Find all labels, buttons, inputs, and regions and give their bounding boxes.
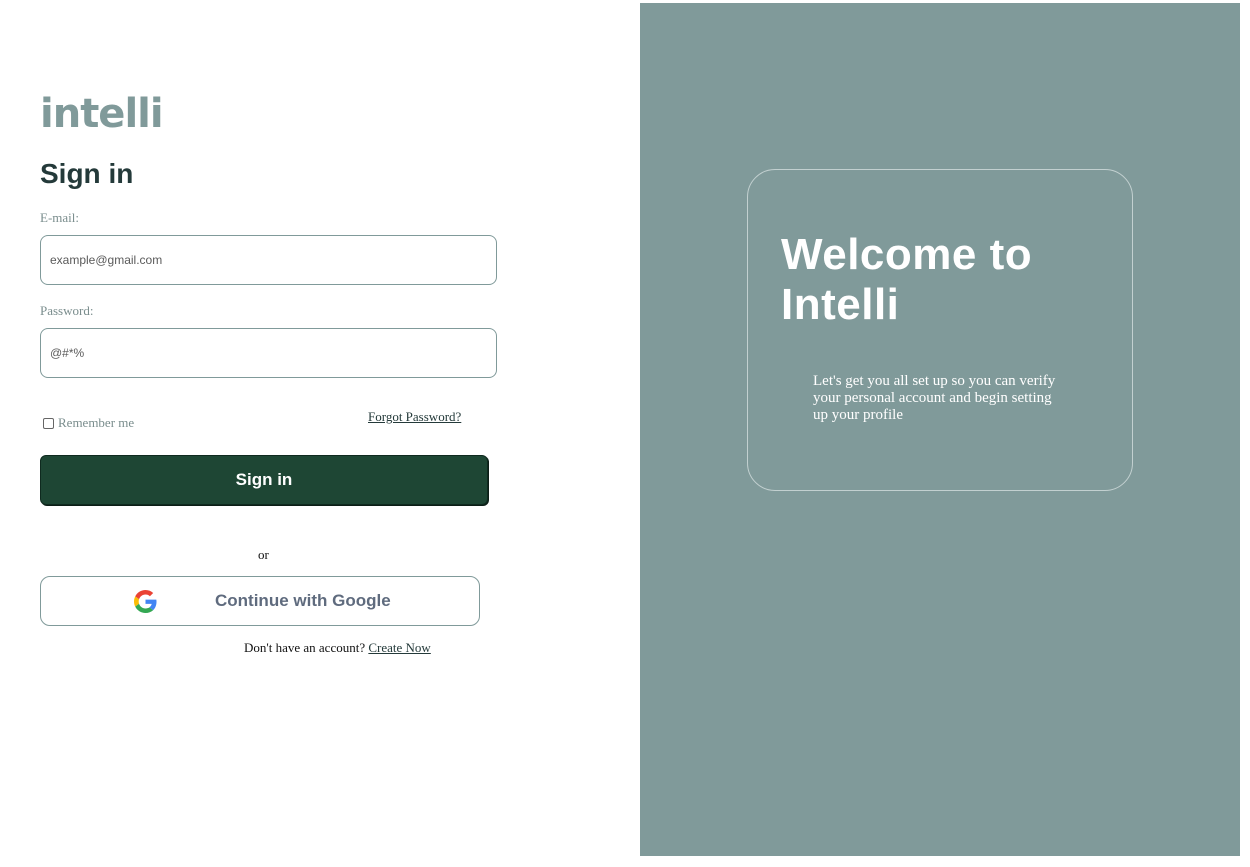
page-title: Sign in: [40, 158, 134, 189]
continue-with-google-button[interactable]: Continue with Google: [40, 576, 480, 626]
or-divider: or: [258, 547, 269, 562]
welcome-subtitle: Let's get you all set up so you can veri…: [813, 373, 1056, 423]
intelli-logo: intelli: [40, 84, 164, 140]
forgot-password-link[interactable]: Forgot Password?: [368, 409, 461, 425]
google-icon: [134, 590, 157, 613]
welcome-card: Welcome to Intelli Let's get you all set…: [747, 169, 1133, 491]
welcome-panel: Welcome to Intelli Let's get you all set…: [640, 3, 1240, 856]
signin-panel: intelli Sign in E-mail: Password: Rememb…: [0, 0, 640, 867]
email-label: E-mail:: [40, 210, 79, 225]
email-field[interactable]: [41, 236, 496, 284]
signup-prompt: Don't have an account? Create Now: [244, 640, 431, 656]
remember-me-label: Remember me: [58, 415, 135, 430]
password-field[interactable]: [41, 329, 496, 377]
email-field-wrapper: [40, 235, 497, 285]
sign-in-button[interactable]: Sign in: [40, 455, 488, 505]
password-label: Password:: [40, 303, 94, 318]
checkbox-icon[interactable]: [43, 417, 54, 429]
welcome-title: Welcome to Intelli: [781, 230, 1033, 329]
no-account-text: Don't have an account?: [244, 640, 366, 655]
password-field-wrapper: [40, 328, 497, 378]
create-now-link[interactable]: Create Now: [368, 640, 430, 655]
logo-text: intelli: [40, 91, 164, 137]
remember-me[interactable]: Remember me: [43, 415, 134, 431]
google-button-label: Continue with Google: [215, 591, 391, 610]
